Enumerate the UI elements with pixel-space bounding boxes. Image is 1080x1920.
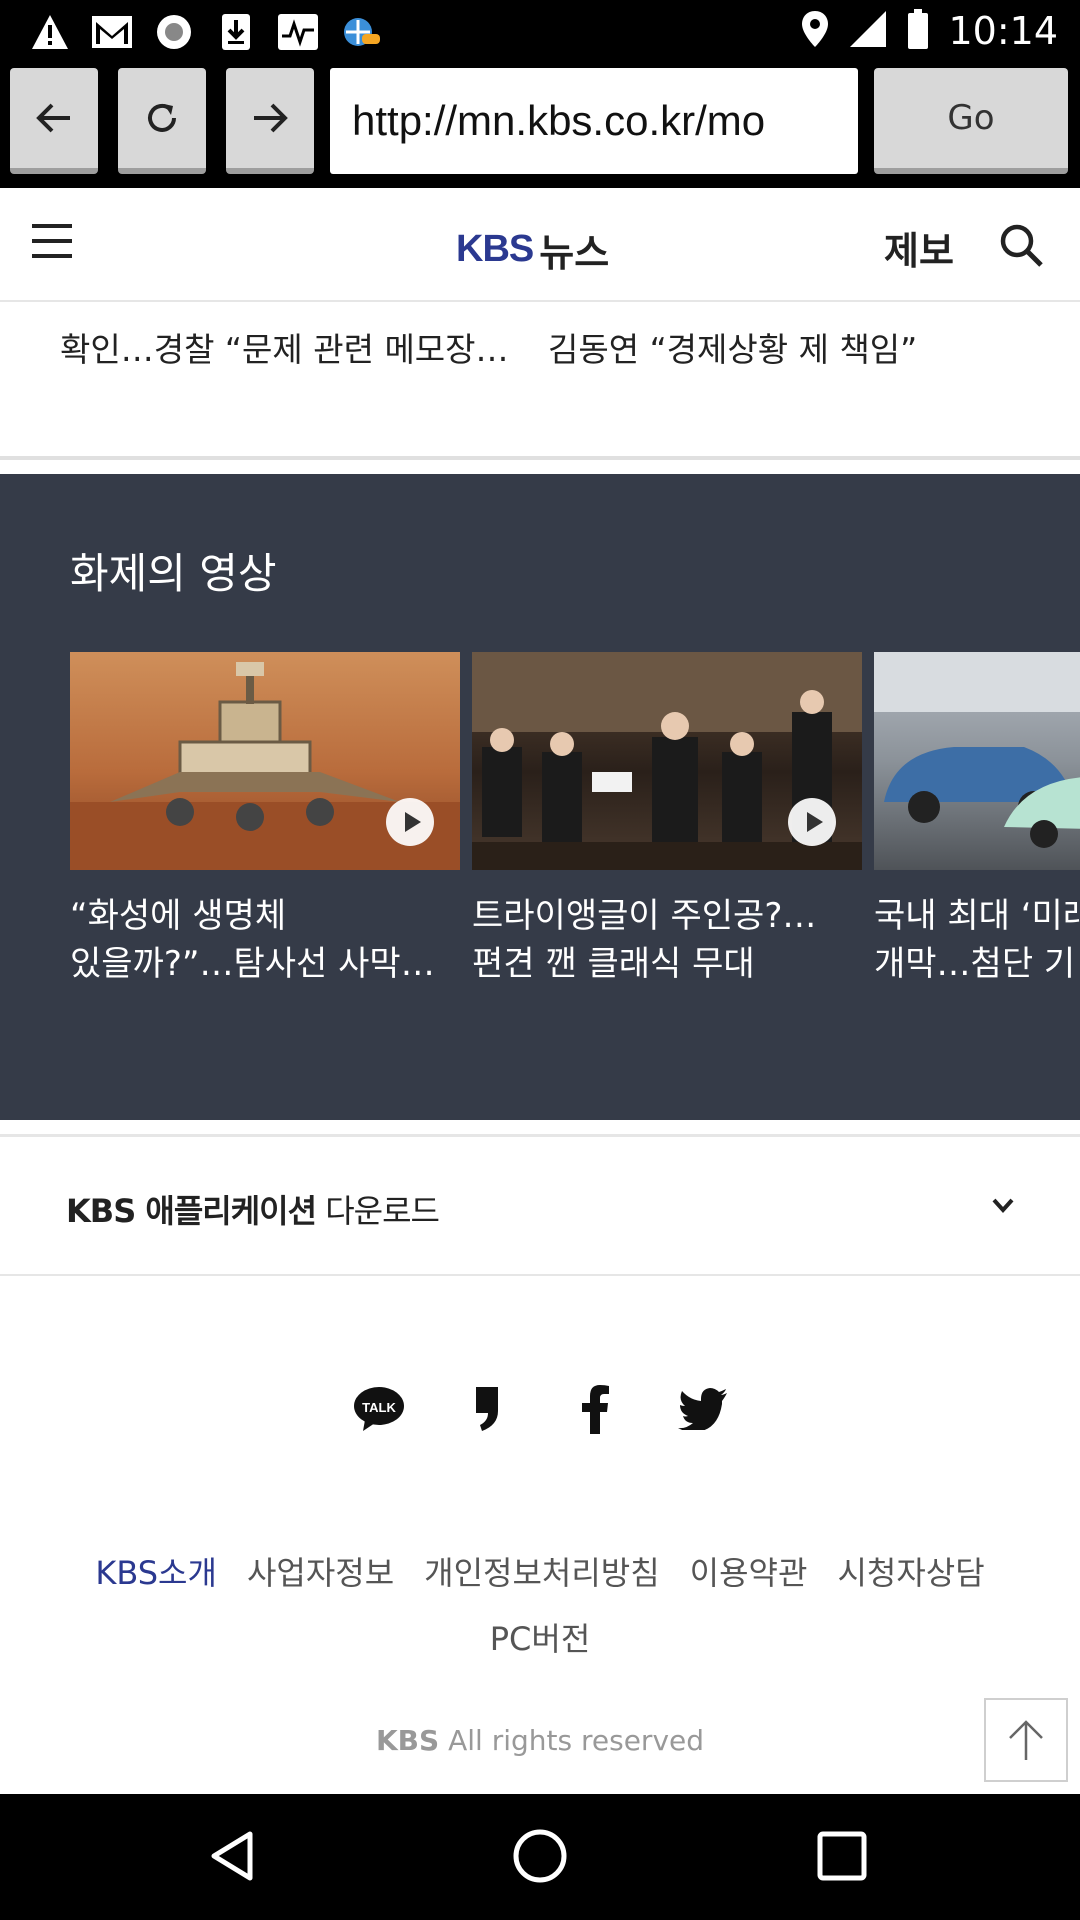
video-card[interactable]: 국내 최대 ‘미래 개막…첨단 기 [874, 652, 1080, 988]
web-page: KBS 뉴스 제보 확인…경찰 “문제 관련 메모장… 김동연 “경제상황 제 … [0, 188, 1080, 1794]
kakaotalk-icon[interactable]: TALK [352, 1382, 406, 1436]
site-header: KBS 뉴스 제보 [0, 188, 1080, 302]
footer-link-kbs-intro[interactable]: KBS소개 [95, 1554, 217, 1592]
arrow-up-icon [1009, 1720, 1043, 1760]
battery-icon [906, 8, 930, 54]
logo-brand: KBS [456, 228, 534, 270]
facebook-icon[interactable] [568, 1382, 622, 1436]
notification-icons [26, 10, 384, 54]
warning-icon [26, 10, 74, 54]
menu-icon[interactable] [32, 224, 72, 258]
app-download-row[interactable]: KBS 애플리케이션 다운로드 [0, 1138, 1080, 1276]
pulse-icon [274, 10, 322, 54]
record-icon [150, 10, 198, 54]
footer-link-privacy[interactable]: 개인정보처리방침 [424, 1554, 660, 1592]
status-bar: 10:14 [0, 0, 1080, 62]
url-input[interactable]: http://mn.kbs.co.kr/mo [330, 68, 858, 174]
refresh-icon [148, 103, 176, 132]
download-icon [212, 10, 260, 54]
arrow-right-icon [254, 103, 288, 133]
clock: 10:14 [948, 9, 1058, 53]
browser-toolbar: http://mn.kbs.co.kr/mo Go [0, 62, 1080, 188]
section-title: 화제의 영상 [70, 549, 277, 598]
section-divider [0, 456, 1080, 460]
signal-icon [848, 9, 888, 53]
car-show-illustration [874, 652, 1080, 848]
location-icon [800, 9, 830, 53]
video-card[interactable]: “화성에 생명체 있을까?”…탐사선 사막… [70, 652, 460, 988]
home-circle-icon[interactable] [508, 1824, 572, 1888]
footer-link-business-info[interactable]: 사업자정보 [247, 1554, 394, 1592]
search-icon[interactable] [998, 222, 1044, 268]
video-card[interactable]: 트라이앵글이 주인공?… 편견 깬 클래식 무대 [472, 652, 862, 988]
kakaostory-icon[interactable] [460, 1382, 514, 1436]
recent-apps-square-icon[interactable] [810, 1824, 874, 1888]
video-caption: 트라이앵글이 주인공?… 편견 깬 클래식 무대 [472, 896, 817, 984]
report-link[interactable]: 제보 [884, 220, 954, 275]
twitter-icon[interactable] [676, 1382, 730, 1436]
logo-suffix: 뉴스 [539, 231, 610, 275]
footer-link-pc-version[interactable]: PC버전 [490, 1620, 591, 1658]
app-download-label: KBS 애플리케이션 다운로드 [66, 1192, 440, 1230]
video-caption: 국내 최대 ‘미래 개막…첨단 기 [874, 896, 1080, 984]
video-thumbnail [70, 652, 460, 870]
system-indicators: 10:14 [800, 8, 1058, 54]
copyright: KBS All rights reserved [375, 1724, 705, 1757]
footer-links: KBS소개 사업자정보 개인정보처리방침 이용약관 시청자상담 PC버전 [0, 1540, 1080, 1672]
chevron-down-icon[interactable] [990, 1192, 1016, 1218]
forward-button[interactable] [226, 68, 314, 174]
video-thumbnail [472, 652, 862, 870]
kbs-news-logo[interactable]: KBS 뉴스 [456, 222, 609, 277]
reload-button[interactable] [118, 68, 206, 174]
weather-icon [336, 10, 384, 54]
back-triangle-icon[interactable] [204, 1824, 268, 1888]
play-icon [788, 798, 836, 846]
news-list-partial: 확인…경찰 “문제 관련 메모장… 김동연 “경제상황 제 책임” [0, 302, 1080, 452]
back-button[interactable] [10, 68, 98, 174]
svg-text:TALK: TALK [362, 1400, 396, 1415]
footer-link-terms[interactable]: 이용약관 [690, 1554, 808, 1592]
system-navigation-bar [0, 1794, 1080, 1920]
trending-videos-section: 화제의 영상 “화성에 생명체 있을까?”…탐사선 사막… 트라이앵글이 주인공… [0, 474, 1080, 1120]
arrow-left-icon [36, 103, 70, 133]
social-share-icons: TALK [352, 1382, 730, 1436]
go-button[interactable]: Go [874, 68, 1068, 174]
video-caption: “화성에 생명체 있을까?”…탐사선 사막… [70, 896, 435, 984]
footer-link-viewer-support[interactable]: 시청자상담 [837, 1554, 984, 1592]
scroll-to-top-button[interactable] [984, 1698, 1068, 1782]
gmail-icon [88, 10, 136, 54]
video-thumbnail [874, 652, 1080, 870]
section-divider [0, 1134, 1080, 1137]
play-icon [386, 798, 434, 846]
